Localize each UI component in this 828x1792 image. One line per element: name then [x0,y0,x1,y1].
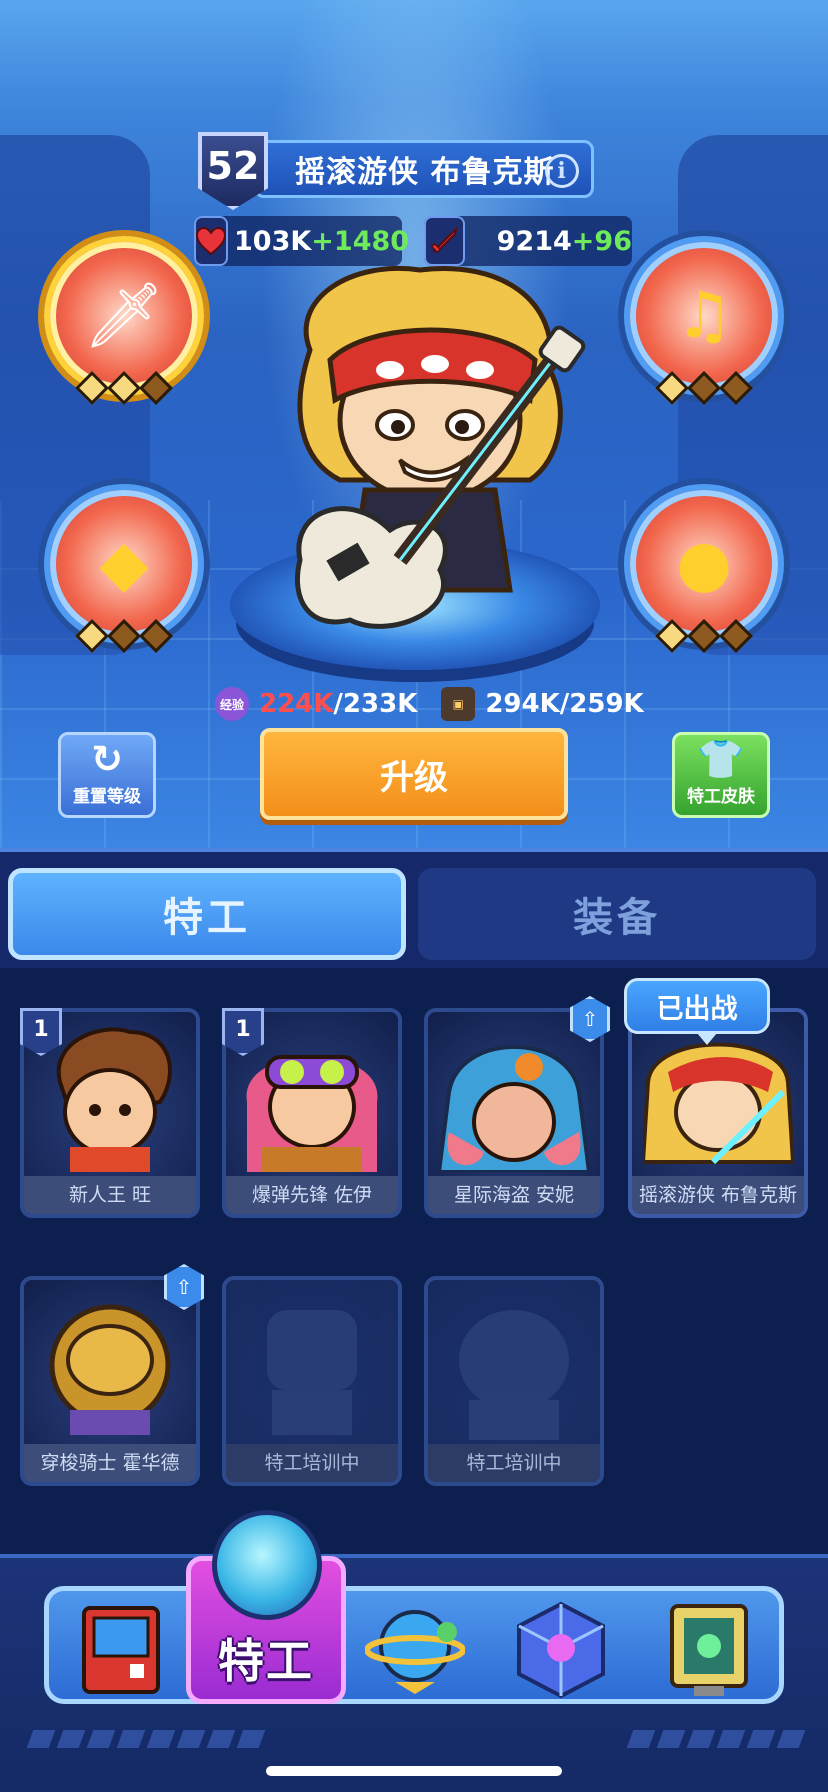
agent-name: 新人王 旺 [24,1176,196,1214]
star-on [75,371,109,405]
agent-name: 特工培训中 [226,1444,398,1482]
attack-stat: 9214 +96 [424,216,632,266]
decorative-stripes-right [626,1730,806,1748]
skill-stars [655,371,753,405]
skill-slot-4[interactable]: ● [624,484,784,653]
gold-coin-skill-icon: ● [676,527,732,601]
agent-name: 穿梭骑士 霍华德 [24,1444,196,1482]
nav-cube-icon[interactable] [506,1600,616,1700]
agent-name: 星际海盗 安妮 [428,1176,600,1214]
hp-value: 103K [234,225,312,257]
agent-portrait-annie [428,1012,600,1182]
upgrade-button[interactable]: 升级 [260,728,568,820]
star-on [75,619,109,653]
agent-portrait-brooks [632,1012,804,1182]
nav-planet-icon[interactable] [360,1600,470,1700]
cassette-icon: ▣ [441,687,476,721]
skill-stars [75,619,173,653]
tab-equipment[interactable]: 装备 [418,868,816,960]
hero-level: 52 [206,144,260,188]
star-off [687,619,721,653]
exp-progress: 224K/233K [259,689,417,719]
agent-name: 特工培训中 [428,1444,600,1482]
tab-agents-label: 特工 [163,895,251,941]
skill-slot-3[interactable]: ◆ [44,484,204,653]
tab-equipment-label: 装备 [573,895,661,941]
skill-slot-2[interactable]: ♫ [624,236,784,405]
agent-card[interactable]: 穿梭骑士 霍华德 [20,1276,200,1486]
agent-level: 1 [235,1017,251,1042]
decorative-stripes-left [26,1730,266,1748]
agent-card-locked[interactable]: 特工培训中 [222,1276,402,1486]
upgrade-cost-row: 经验 224K/233K ▣ 294K/259K [215,684,644,724]
music-note-skill-icon: ♫ [675,279,733,353]
star-on [655,619,689,653]
cost-progress: 294K/259K [485,689,643,719]
agent-skin-label: 特工皮肤 [687,787,755,807]
nav-agents-label: 特工 [218,1634,314,1688]
agent-level: 1 [33,1017,49,1042]
exp-current: 224K [259,689,334,719]
agent-card-locked[interactable]: 特工培训中 [424,1276,604,1486]
refresh-icon: ↻ [91,737,123,781]
agent-card[interactable]: 星际海盗 安妮 [424,1008,604,1218]
heart-icon [194,216,228,266]
upgrade-label: 升级 [380,757,448,798]
nav-arcade-icon[interactable] [66,1600,176,1700]
agent-name: 爆弹先锋 佐伊 [226,1176,398,1214]
tshirt-icon: 👕 [697,737,745,781]
info-icon[interactable]: i [545,154,579,188]
star-on [107,371,141,405]
deployed-tag: 已出战 [624,978,770,1045]
agent-silhouette [226,1280,398,1450]
hero-name-bar: 摇滚游侠 布鲁克斯 i 52 [198,132,598,210]
skill-stars [75,371,173,405]
star-off [719,371,753,405]
star-off [139,619,173,653]
home-indicator[interactable] [266,1766,562,1776]
star-off [687,371,721,405]
hero-name-plate: 摇滚游侠 布鲁克斯 i [254,140,594,198]
cost-required: /259K [559,689,644,719]
hp-stat: 103K +1480 [194,216,409,266]
helmet-icon [212,1510,322,1620]
agent-silhouette [428,1280,600,1450]
tab-bar: 特工 装备 [0,848,828,968]
sword-skill-icon: 🗡 [83,279,165,353]
reset-level-button[interactable]: ↻ 重置等级 [58,732,156,818]
hero-level-badge: 52 [198,132,268,210]
exp-icon: 经验 [215,687,249,721]
star-off [107,619,141,653]
agent-card-selected[interactable]: 摇滚游侠 布鲁克斯 [628,1008,808,1218]
attack-bonus: +96 [571,225,632,257]
hp-bonus: +1480 [311,225,410,257]
exp-icon-label: 经验 [219,697,244,712]
agent-portrait-howard [24,1280,196,1450]
deployed-label: 已出战 [656,993,738,1025]
star-on [655,371,689,405]
agent-skin-button[interactable]: 👕 特工皮肤 [672,732,770,818]
agent-name: 摇滚游侠 布鲁克斯 [632,1176,804,1214]
skill-stars [655,619,753,653]
hero-name: 摇滚游侠 布鲁克斯 [295,155,555,190]
attack-value: 9214 [496,225,572,257]
sword-icon [424,216,465,266]
star-off [719,619,753,653]
reset-level-label: 重置等级 [73,787,141,807]
hero-character-portrait[interactable] [270,260,590,640]
tab-agents[interactable]: 特工 [8,868,406,960]
skill-slot-1[interactable]: 🗡 [44,236,204,405]
crystal-skill-icon: ◆ [99,527,149,601]
cost-current: 294K [485,689,560,719]
nav-portal-icon[interactable] [654,1600,764,1700]
star-off [139,371,173,405]
exp-required: /233K [333,689,418,719]
